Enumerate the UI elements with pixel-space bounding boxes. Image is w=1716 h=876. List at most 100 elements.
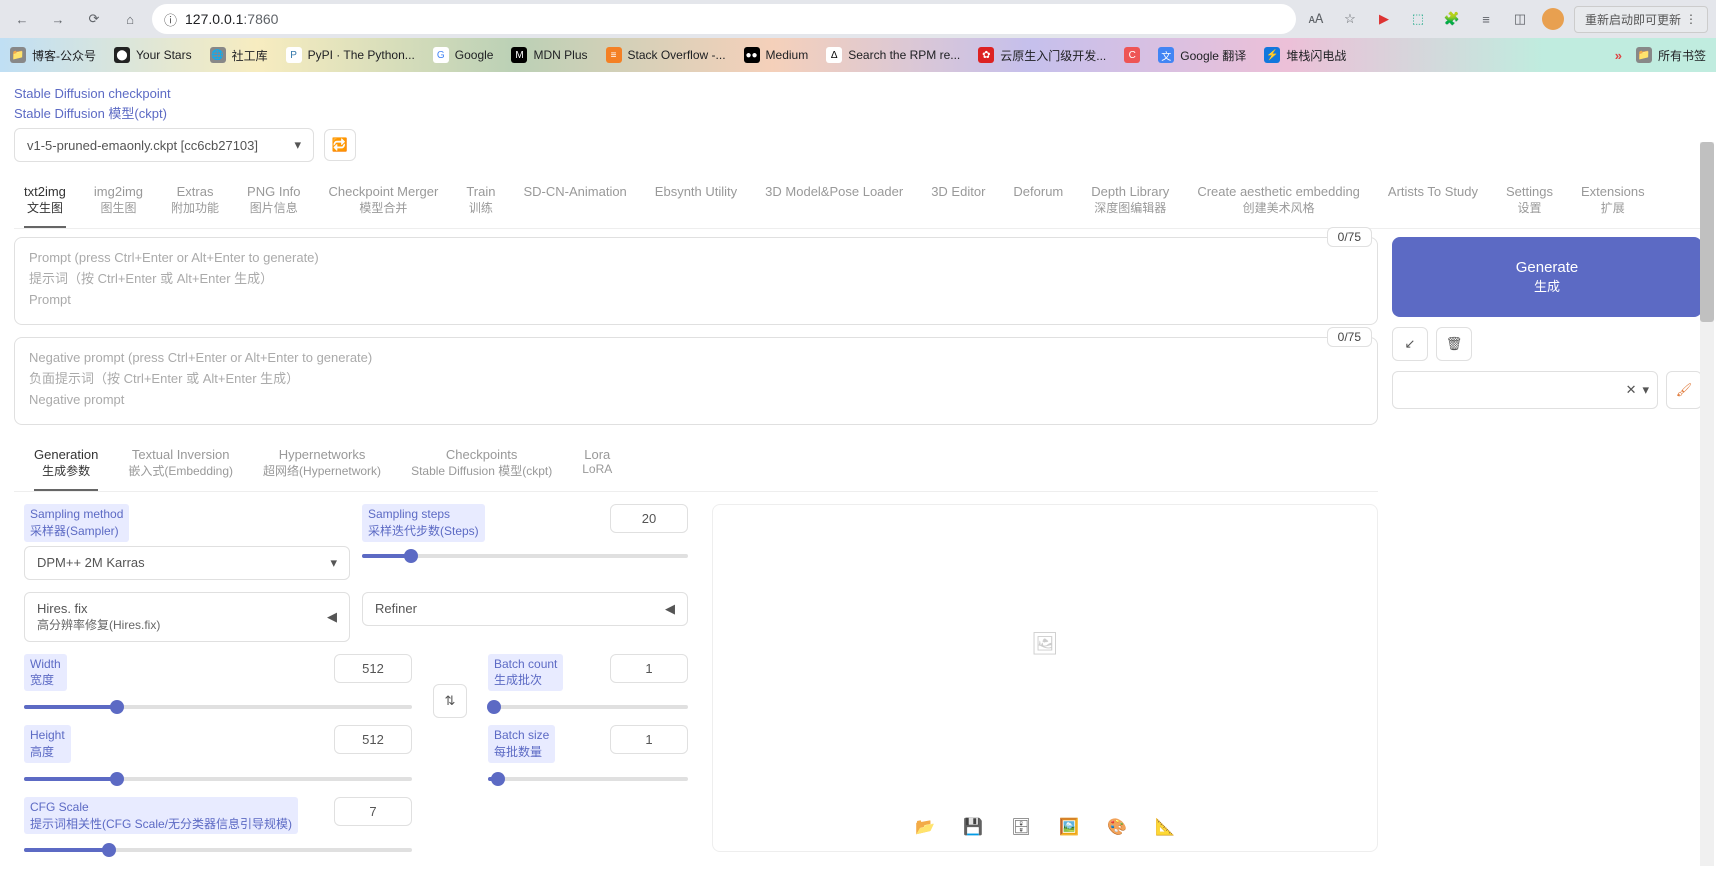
sampler-value: DPM++ 2M Karras — [37, 555, 145, 570]
bookmark-item[interactable]: ΔSearch the RPM re... — [826, 47, 960, 63]
save-button[interactable]: 💾 — [959, 813, 987, 841]
bookmarks-bar: 📁博客-公众号 ⬤Your Stars 🌐社工库 PPyPI · The Pyt… — [0, 38, 1716, 72]
zip-button[interactable]: 🗄 — [1007, 813, 1035, 841]
sampler-label: Sampling method 采样器(Sampler) — [24, 504, 129, 542]
bookmark-item[interactable]: C — [1124, 47, 1140, 63]
browser-toolbar: ← → ⟳ ⌂ ⓘ 127.0.0.1:7860 🗚 ☆ ▶ ⬚ 🧩 ≡ ◫ 重… — [0, 0, 1716, 38]
height-slider[interactable] — [24, 777, 412, 781]
tab-settings[interactable]: Settings设置 — [1506, 180, 1553, 228]
subtab-textual-inversion[interactable]: Textual Inversion嵌入式(Embedding) — [128, 443, 233, 491]
hires-fix-accordion[interactable]: Hires. fix高分辨率修复(Hires.fix) ◀ — [24, 592, 350, 642]
ext-icon-4[interactable]: ◫ — [1508, 7, 1532, 31]
tab-3d-model-pose-loader[interactable]: 3D Model&Pose Loader — [765, 180, 903, 228]
steps-slider[interactable] — [362, 554, 688, 558]
bookmark-item[interactable]: 📁博客-公众号 — [10, 47, 96, 64]
scrollbar-thumb[interactable] — [1700, 142, 1714, 322]
tab-ebsynth-utility[interactable]: Ebsynth Utility — [655, 180, 737, 228]
subtab-generation[interactable]: Generation生成参数 — [34, 443, 98, 491]
batch-size-slider[interactable] — [488, 777, 688, 781]
tab-3d-editor[interactable]: 3D Editor — [931, 180, 985, 228]
prompt-token-count: 0/75 — [1327, 227, 1372, 247]
cfg-slider[interactable] — [24, 848, 412, 852]
tab-create-aesthetic-embedding[interactable]: Create aesthetic embedding创建美术风格 — [1197, 180, 1360, 228]
tab-png-info[interactable]: PNG Info图片信息 — [247, 180, 300, 228]
bookmark-item[interactable]: ✿云原生入门级开发... — [978, 47, 1106, 64]
tab-extras[interactable]: Extras附加功能 — [171, 180, 219, 228]
tab-extensions[interactable]: Extensions扩展 — [1581, 180, 1645, 228]
sampler-select[interactable]: DPM++ 2M Karras ▾ — [24, 546, 350, 580]
tab-depth-library[interactable]: Depth Library深度图编辑器 — [1091, 180, 1169, 228]
ext-icon-2[interactable]: ⬚ — [1406, 7, 1430, 31]
tab-deforum[interactable]: Deforum — [1013, 180, 1063, 228]
home-button[interactable]: ⌂ — [116, 5, 144, 33]
bookmark-item[interactable]: ●●Medium — [744, 47, 809, 63]
bookmark-item[interactable]: 文Google 翻译 — [1158, 47, 1246, 64]
height-input[interactable]: 512 — [334, 725, 412, 754]
chevron-down-icon: ▾ — [1642, 382, 1649, 398]
tab-sd-cn-animation[interactable]: SD-CN-Animation — [523, 180, 626, 228]
profile-avatar[interactable] — [1542, 8, 1564, 30]
ext-icon-1[interactable]: ▶ — [1372, 7, 1396, 31]
url-bar[interactable]: ⓘ 127.0.0.1:7860 — [152, 4, 1296, 34]
close-icon[interactable]: ✕ — [1626, 382, 1637, 398]
swap-dimensions-button[interactable]: ⇅ — [433, 684, 467, 718]
info-icon: ⓘ — [164, 10, 177, 29]
tab-checkpoint-merger[interactable]: Checkpoint Merger模型合并 — [329, 180, 439, 228]
update-button[interactable]: 重新启动即可更新⋮ — [1574, 6, 1708, 33]
send-extras-button[interactable]: 📐 — [1151, 813, 1179, 841]
generate-button[interactable]: Generate 生成 — [1392, 237, 1702, 317]
reload-button[interactable]: ⟳ — [80, 5, 108, 33]
send-img2img-button[interactable]: 🖼️ — [1055, 813, 1083, 841]
send-inpaint-button[interactable]: 🎨 — [1103, 813, 1131, 841]
folder-icon: 📁 — [1636, 47, 1652, 63]
bookmark-overflow[interactable]: » — [1615, 48, 1622, 63]
styles-select[interactable]: ✕ ▾ — [1392, 371, 1658, 409]
tab-txt2img[interactable]: txt2img文生图 — [24, 180, 66, 228]
bookmark-star-icon[interactable]: ☆ — [1338, 7, 1362, 31]
all-bookmarks[interactable]: 📁所有书签 — [1636, 47, 1706, 64]
batch-count-slider[interactable] — [488, 705, 688, 709]
tab-artists-to-study[interactable]: Artists To Study — [1388, 180, 1478, 228]
tab-train[interactable]: Train训练 — [466, 180, 495, 228]
cfg-input[interactable]: 7 — [334, 797, 412, 826]
ext-icon-3[interactable]: ≡ — [1474, 7, 1498, 31]
subtab-lora[interactable]: LoraLoRA — [582, 443, 612, 491]
tab-img2img[interactable]: img2img图生图 — [94, 180, 143, 228]
edit-styles-button[interactable]: 🖌 — [1666, 371, 1702, 409]
refiner-accordion[interactable]: Refiner ◀ — [362, 592, 688, 626]
interrogate-button[interactable]: ↙ — [1392, 327, 1428, 361]
batch-size-input[interactable]: 1 — [610, 725, 688, 754]
bookmark-item[interactable]: PPyPI · The Python... — [286, 47, 415, 63]
subtab-hypernetworks[interactable]: Hypernetworks超网络(Hypernetwork) — [263, 443, 381, 491]
bookmark-item[interactable]: 🌐社工库 — [210, 47, 268, 64]
triangle-left-icon: ◀ — [665, 601, 675, 617]
checkpoint-select[interactable]: v1-5-pruned-emaonly.ckpt [cc6cb27103] ▾ — [14, 128, 314, 162]
negative-prompt-input[interactable]: Negative prompt (press Ctrl+Enter or Alt… — [14, 337, 1378, 425]
width-input[interactable]: 512 — [334, 654, 412, 683]
bookmark-item[interactable]: GGoogle — [433, 47, 494, 63]
clear-button[interactable]: 🗑 — [1436, 327, 1472, 361]
vertical-scrollbar[interactable] — [1700, 142, 1714, 866]
bookmark-item[interactable]: ⬤Your Stars — [114, 47, 192, 63]
open-folder-button[interactable]: 📂 — [911, 813, 939, 841]
batch-count-input[interactable]: 1 — [610, 654, 688, 683]
bookmark-item[interactable]: ⚡堆栈闪电战 — [1264, 47, 1346, 64]
bookmark-item[interactable]: ≡Stack Overflow -... — [606, 47, 726, 63]
triangle-left-icon: ◀ — [327, 609, 337, 625]
forward-button[interactable]: → — [44, 5, 72, 33]
steps-input[interactable]: 20 — [610, 504, 688, 533]
url-port: :7860 — [243, 11, 278, 27]
width-slider[interactable] — [24, 705, 412, 709]
extensions-icon[interactable]: 🧩 — [1440, 7, 1464, 31]
width-label: Width宽度 — [24, 654, 67, 692]
refresh-checkpoint-button[interactable]: 🔁 — [324, 129, 356, 161]
pypi-icon: P — [286, 47, 302, 63]
back-button[interactable]: ← — [8, 5, 36, 33]
huawei-icon: ✿ — [978, 47, 994, 63]
prompt-input[interactable]: Prompt (press Ctrl+Enter or Alt+Enter to… — [14, 237, 1378, 325]
bookmark-item[interactable]: MMDN Plus — [511, 47, 587, 63]
chevron-down-icon: ▾ — [294, 137, 301, 153]
translate-icon[interactable]: 🗚 — [1304, 7, 1328, 31]
subtab-checkpoints[interactable]: CheckpointsStable Diffusion 模型(ckpt) — [411, 443, 552, 491]
rpm-icon: Δ — [826, 47, 842, 63]
